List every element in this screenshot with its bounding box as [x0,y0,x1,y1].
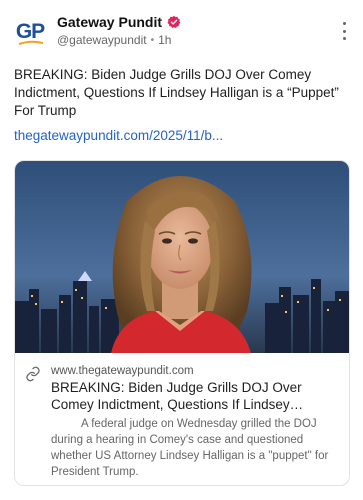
more-vertical-icon [342,22,346,25]
logo-swoosh-icon [18,40,44,45]
social-post: GP Gateway Pundit @gatewaypundit • 1h BR… [0,0,363,500]
post-link[interactable]: thegatewaypundit.com/2025/11/b... [14,128,352,143]
author-handle[interactable]: @gatewaypundit [57,33,147,47]
link-preview-image[interactable] [15,161,349,353]
meta-separator: • [150,34,155,46]
post-time: 1h [158,33,172,47]
link-title[interactable]: BREAKING: Biden Judge Grills DOJ Over Co… [51,379,341,413]
post-meta: @gatewaypundit • 1h [57,33,171,47]
more-vertical-icon-dot [342,37,346,40]
more-vertical-icon-dot [342,29,346,33]
avatar[interactable]: GP [12,14,48,50]
news-anchor-image [15,161,349,353]
verified-badge-icon [167,15,181,28]
author-name[interactable]: Gateway Pundit [57,14,162,30]
link-preview-card[interactable]: www.thegatewaypundit.com BREAKING: Biden… [14,160,350,486]
link-domain: www.thegatewaypundit.com [51,365,194,377]
author-row: Gateway Pundit [57,14,181,30]
more-options-button[interactable] [337,22,351,40]
link-description: A federal judge on Wednesday grilled the… [51,418,329,478]
chain-link-icon [26,366,40,382]
post-body: BREAKING: Biden Judge Grills DOJ Over Co… [14,67,339,118]
